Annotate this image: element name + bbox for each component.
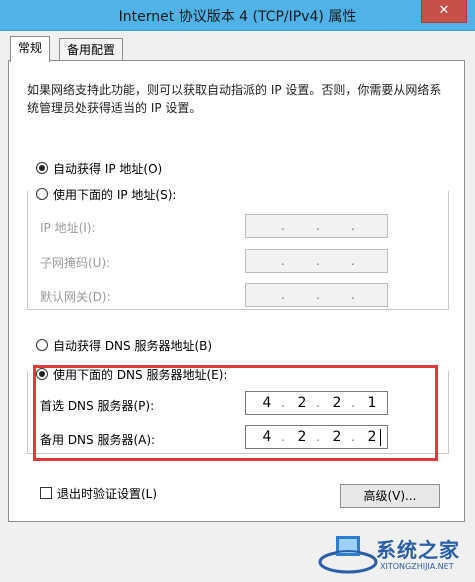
dns-highlight-box	[33, 365, 438, 461]
auto-ip-label[interactable]: 自动获得 IP 地址(O)	[53, 160, 162, 177]
ip-address-label: IP 地址(I):	[40, 221, 96, 235]
close-icon: ✕	[438, 3, 450, 18]
validate-on-exit-checkbox[interactable]	[40, 487, 52, 499]
description-text: 如果网络支持此功能，则可以获取自动指派的 IP 设置。否则，你需要从网络系统管理…	[27, 83, 442, 115]
tab-general-label: 常规	[18, 41, 43, 55]
validate-on-exit-label[interactable]: 退出时验证设置(L)	[57, 485, 157, 502]
title-bar: Internet 协议版本 4 (TCP/IPv4) 属性 ✕	[0, 0, 475, 31]
close-button[interactable]: ✕	[421, 0, 467, 23]
subnet-mask-label: 子网掩码(U):	[40, 256, 111, 270]
advanced-button[interactable]: 高级(V)...	[340, 484, 440, 508]
window-title: Internet 协议版本 4 (TCP/IPv4) 属性	[118, 9, 357, 25]
manual-ip-label[interactable]: 使用下面的 IP 地址(S):	[53, 186, 176, 203]
advanced-button-label: 高级(V)...	[363, 489, 417, 503]
default-gateway-label: 默认网关(D):	[40, 290, 111, 304]
tab-general[interactable]: 常规	[10, 36, 51, 62]
watermark-logo-icon	[318, 536, 378, 574]
auto-dns-label[interactable]: 自动获得 DNS 服务器地址(B)	[53, 337, 212, 354]
watermark-url: XITONGZHIJIA.NET	[380, 562, 454, 571]
auto-dns-radio[interactable]	[36, 339, 48, 351]
watermark-text: 系统之家	[376, 538, 460, 562]
default-gateway-input[interactable]: . . .	[245, 283, 388, 307]
tab-alternate-config-label: 备用配置	[67, 43, 116, 57]
watermark: 系统之家 XITONGZHIJIA.NET	[318, 520, 475, 582]
tab-alternate-config[interactable]: 备用配置	[59, 38, 124, 61]
subnet-mask-input[interactable]: . . .	[245, 249, 388, 273]
manual-ip-radio[interactable]	[36, 188, 48, 200]
ip-address-input[interactable]: . . .	[245, 214, 388, 238]
auto-ip-radio[interactable]	[36, 162, 48, 174]
